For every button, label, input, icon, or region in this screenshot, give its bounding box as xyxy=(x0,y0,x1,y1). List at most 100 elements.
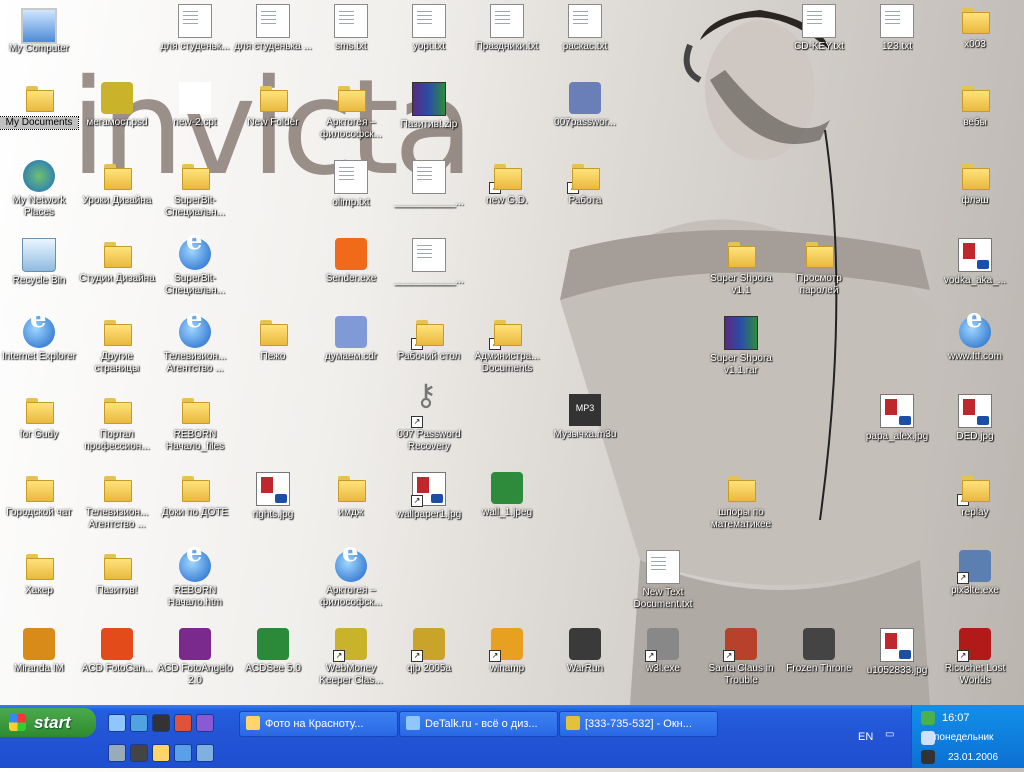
desktop-icon[interactable]: раскас.txt xyxy=(546,4,624,53)
taskbar-button-photo[interactable]: Фото на Красноту... xyxy=(239,711,398,737)
desktop-icon-label: Пазитив!.zip xyxy=(400,119,458,130)
desktop-icon[interactable]: Праздники.txt xyxy=(468,4,546,53)
desktop-icon[interactable]: 123.txt xyxy=(858,4,936,53)
clock-time[interactable]: 16:07 xyxy=(942,712,970,724)
desktop-icon[interactable]: papa_alex.jpg xyxy=(858,394,936,443)
desktop-icon[interactable]: Просмотр паролей xyxy=(780,238,858,297)
firefox-icon[interactable] xyxy=(196,714,214,732)
desktop-icon[interactable]: My Documents xyxy=(0,82,79,130)
desktop-icon[interactable]: шпоры по математикее xyxy=(702,472,780,531)
desktop-icon[interactable]: wall_1.jpeg xyxy=(468,472,546,519)
desktop-icon[interactable]: SuperBit-Специальн... xyxy=(156,160,234,219)
desktop-icon[interactable]: ACD FotoCan... xyxy=(78,628,156,675)
desktop-icon[interactable]: ↗ qip 2005a xyxy=(390,628,468,675)
desktop-icon[interactable]: ↗ w3l.exe xyxy=(624,628,702,675)
desktop-icon[interactable]: ___________... xyxy=(390,238,468,287)
desktop-icon[interactable]: Пежо xyxy=(234,316,312,363)
ms-icon[interactable] xyxy=(130,744,148,762)
desktop-icon[interactable]: вебы xyxy=(936,82,1014,129)
desktop-icon[interactable]: ↗ replay xyxy=(936,472,1014,519)
desktop-icon[interactable]: Другие страницы xyxy=(78,316,156,375)
desktop-icon[interactable]: My Network Places xyxy=(0,160,78,219)
desktop-icon[interactable]: Пазитив! xyxy=(78,550,156,597)
desktop-icon[interactable]: DED.jpg xyxy=(936,394,1014,443)
ie-icon[interactable] xyxy=(108,714,126,732)
desktop-icon[interactable]: ↗ new G.D. xyxy=(468,160,546,207)
desktop-icon[interactable]: sms.txt xyxy=(312,4,390,53)
desktop-icon[interactable]: для студенька ... xyxy=(234,4,312,53)
desktop-icon[interactable]: WarRun xyxy=(546,628,624,675)
desktop-icon[interactable]: мегамост.psd xyxy=(78,82,156,129)
desktop-icon[interactable]: ↗ winamp xyxy=(468,628,546,675)
desktop-icon[interactable]: Доки по ДОТЕ xyxy=(156,472,234,519)
qip-tray-icon[interactable] xyxy=(921,711,935,725)
desktop-icon[interactable]: ↗ WebMoney Keeper Clas... xyxy=(312,628,390,687)
docs-icon[interactable] xyxy=(174,744,192,762)
restore-icon[interactable]: ▭ xyxy=(885,729,897,741)
desktop-icon[interactable]: for Gudy xyxy=(0,394,78,441)
desktop-icon[interactable]: Miranda IM xyxy=(0,628,78,675)
desktop-icon[interactable]: флэш xyxy=(936,160,1014,207)
taskbar-button-qip[interactable]: [333-735-532] - Окн... xyxy=(559,711,718,737)
desktop-icon[interactable]: Арктогея – философск... xyxy=(312,82,390,141)
desktop-icon[interactable]: My Computer xyxy=(0,4,78,55)
language-indicator[interactable]: EN xyxy=(858,731,873,743)
desktop-icon[interactable] xyxy=(174,714,192,732)
desktop-icon[interactable]: Super Shpora v1.1 xyxy=(702,238,780,297)
desktop-icon[interactable]: ↗ Администра... Documents xyxy=(468,316,546,375)
desktop-icon[interactable]: ↗007 Password Recovery xyxy=(390,390,468,453)
desktop-icon[interactable]: ACDSee 5.0 xyxy=(234,628,312,675)
desktop-icon[interactable]: Super Shpora v1.1.rar xyxy=(702,316,780,377)
desktop[interactable]: My Computer для студеньк... для студенька … xyxy=(0,0,1024,705)
desktop-icon[interactable]: ___________... xyxy=(390,160,468,209)
desktop-icon[interactable]: u1052833.jpg xyxy=(858,628,936,677)
desktop-icon[interactable]: Frozen Throne xyxy=(780,628,858,675)
desktop-icon[interactable]: MP3 Музычка.m3u xyxy=(546,394,624,441)
desktop-icon[interactable]: Студии Дизайна xyxy=(78,238,156,285)
start-button[interactable]: start xyxy=(0,708,96,737)
desktop-icon[interactable]: CD-KEY.txt xyxy=(780,4,858,53)
outlook-icon[interactable] xyxy=(108,744,126,762)
desktop-icon[interactable]: vodka_aka_... xyxy=(936,238,1014,287)
desktop-icon[interactable]: ↗ pix3lte.exe xyxy=(936,550,1014,597)
desktop-icon[interactable]: Телевизион... Агентство ... xyxy=(156,313,234,375)
desktop-icon[interactable]: Internet Explorer xyxy=(0,313,78,363)
desktop-icon[interactable]: www.ftf.com xyxy=(936,313,1014,363)
desktop-icon[interactable]: Хакер xyxy=(0,550,78,597)
folder-icon[interactable] xyxy=(152,744,170,762)
desktop-icon[interactable]: Телевизион... Агентство ... xyxy=(78,472,156,531)
desktop-icon[interactable]: Портал профессион... xyxy=(78,394,156,453)
desktop-icon[interactable]: Уроки Дизайна xyxy=(78,160,156,207)
network-tray-icon[interactable] xyxy=(921,731,935,745)
settings-icon[interactable] xyxy=(196,744,214,762)
desktop-icon[interactable]: REBORN Начало_files xyxy=(156,394,234,453)
desktop-icon[interactable]: Городской чат xyxy=(0,472,78,519)
desktop-icon[interactable]: Recycle Bin xyxy=(0,238,78,287)
desktop-icon[interactable]: olimp.txt xyxy=(312,160,390,209)
desktop-icon[interactable]: New Folder xyxy=(234,82,312,129)
desktop-icon[interactable]: ↗ Santa Claus in Trouble xyxy=(702,628,780,687)
desktop-icon[interactable]: SuperBit-Специальн... xyxy=(156,235,234,297)
desktop-icon[interactable]: для студеньк... xyxy=(156,4,234,53)
taskbar-button-detalk[interactable]: DeTalk.ru - всё о диз... xyxy=(399,711,558,737)
volume-tray-icon[interactable] xyxy=(921,750,935,764)
desktop-icon[interactable]: Sender.exe xyxy=(312,238,390,285)
desktop-icon[interactable]: думаем.cdr xyxy=(312,316,390,363)
desktop-icon[interactable]: ↗ wallpaper1.jpg xyxy=(390,472,468,521)
desktop-icon[interactable]: Арктогея – философск... xyxy=(312,547,390,609)
desktop-icon[interactable]: ↗ Ricochet Lost Worlds xyxy=(936,628,1014,687)
desktop-icon[interactable]: ACD FotoAngelo 2.0 xyxy=(156,628,234,687)
media-icon[interactable] xyxy=(152,714,170,732)
desktop-icon[interactable]: x003 xyxy=(936,4,1014,51)
desktop-icon[interactable]: yopt.txt xyxy=(390,4,468,53)
desktop-icon[interactable]: ↗ Работа xyxy=(546,160,624,207)
desktop-icon[interactable]: New Text Document.txt xyxy=(624,550,702,611)
desktop-icon[interactable]: new-2.cpt xyxy=(156,82,234,129)
desktop-icon[interactable]: 007passwor... xyxy=(546,82,624,129)
messenger-icon[interactable] xyxy=(130,714,148,732)
desktop-icon[interactable]: REBORN Начало.htm xyxy=(156,547,234,609)
desktop-icon[interactable]: ↗ Рабочий стол xyxy=(390,316,468,363)
desktop-icon[interactable]: имдж xyxy=(312,472,390,519)
desktop-icon[interactable]: Пазитив!.zip xyxy=(390,82,468,131)
desktop-icon[interactable]: rights.jpg xyxy=(234,472,312,521)
